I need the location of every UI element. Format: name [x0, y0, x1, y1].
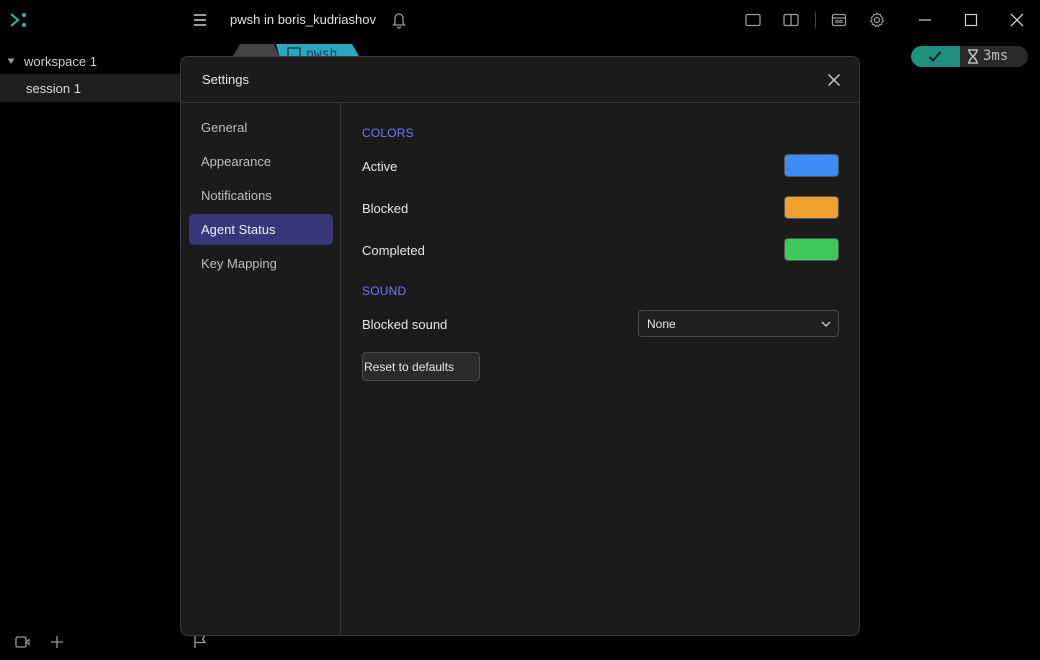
nav-agent-status[interactable]: Agent Status [189, 214, 333, 245]
workspace-label: workspace 1 [24, 54, 97, 69]
workspace-row[interactable]: workspace 1 [0, 52, 180, 72]
sound-section-title: SOUND [362, 284, 407, 298]
gear-icon[interactable] [868, 11, 886, 29]
split-pane-icon[interactable] [782, 11, 800, 29]
nav-general[interactable]: General [189, 112, 333, 143]
active-color-label: Active [362, 159, 398, 174]
nav-notifications[interactable]: Notifications [189, 180, 333, 211]
new-session-icon[interactable] [14, 634, 30, 650]
bell-icon[interactable] [391, 11, 407, 29]
settings-title: Settings [202, 72, 249, 87]
nav-key-mapping[interactable]: Key Mapping [189, 248, 333, 279]
app-logo-icon[interactable] [9, 10, 29, 30]
reset-to-defaults-button[interactable]: Reset to defaults [362, 352, 480, 381]
active-color-swatch[interactable] [784, 154, 839, 177]
chevron-down-icon [821, 321, 831, 327]
maximize-icon[interactable] [962, 11, 980, 29]
command-duration: 3ms [983, 48, 1009, 64]
settings-dialog: Settings General Appearance Notification… [180, 56, 860, 636]
command-status-pill: 3ms [911, 46, 1028, 67]
title-bar: pwsh in boris_kudriashov [0, 0, 1040, 40]
minimize-icon[interactable] [916, 11, 934, 29]
settings-nav: General Appearance Notifications Agent S… [181, 103, 341, 635]
add-icon[interactable] [49, 634, 65, 650]
hourglass-icon [968, 49, 978, 64]
gamepad-icon[interactable] [830, 11, 848, 29]
colors-section-title: COLORS [362, 126, 414, 140]
session-item[interactable]: session 1 [0, 74, 180, 102]
settings-header: Settings [181, 57, 859, 103]
blocked-color-label: Blocked [362, 201, 409, 216]
success-segment [911, 46, 960, 67]
single-pane-icon[interactable] [744, 11, 762, 29]
caret-down-icon[interactable] [7, 57, 15, 65]
check-icon [928, 51, 942, 62]
completed-color-label: Completed [362, 243, 425, 258]
nav-appearance[interactable]: Appearance [189, 146, 333, 177]
blocked-sound-label: Blocked sound [362, 317, 448, 332]
blocked-sound-select[interactable]: None [638, 310, 839, 337]
blocked-color-swatch[interactable] [784, 196, 839, 219]
close-window-icon[interactable] [1008, 11, 1026, 29]
window-title: pwsh in boris_kudriashov [230, 12, 376, 27]
close-settings-icon[interactable] [825, 71, 843, 89]
blocked-sound-value: None [647, 317, 676, 331]
session-label: session 1 [26, 81, 81, 96]
agent-status-panel: COLORS Active Blocked Completed SOUND Bl… [341, 103, 859, 635]
completed-color-swatch[interactable] [784, 238, 839, 261]
toolbar-separator [815, 12, 816, 28]
hamburger-menu-icon[interactable] [192, 12, 208, 28]
